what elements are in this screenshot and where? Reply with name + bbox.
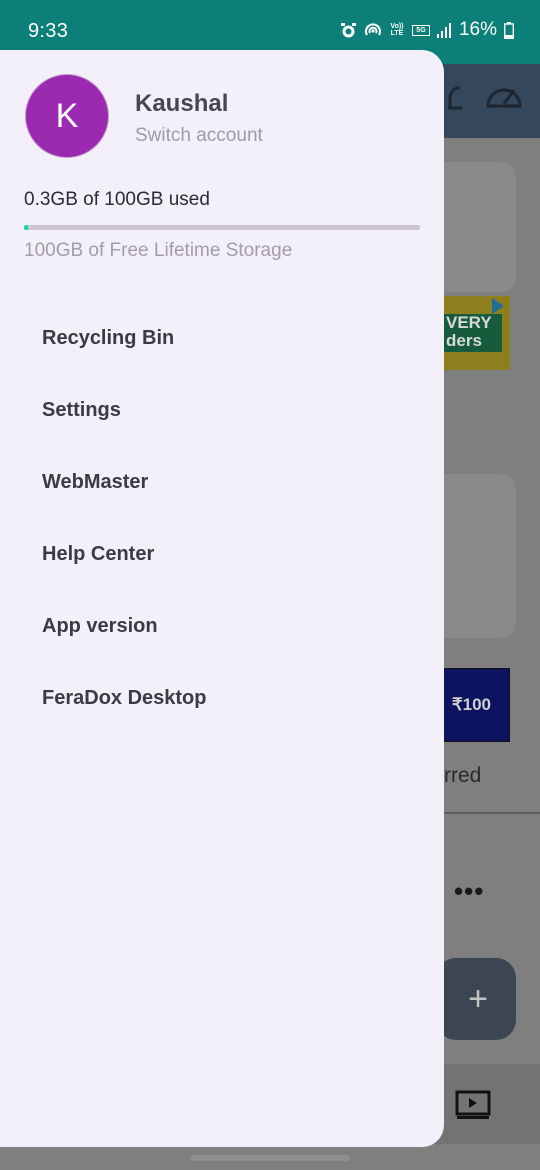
menu-item-feradox-desktop[interactable]: FeraDox Desktop (0, 662, 444, 734)
battery-percent: 16% (458, 19, 497, 40)
status-time: 9:33 (28, 20, 69, 42)
background-ad-text: VERY ders (442, 314, 502, 352)
switch-account-link[interactable]: Switch account (135, 125, 263, 147)
menu-item-settings[interactable]: Settings (0, 374, 444, 446)
background-section-label: rred (444, 764, 482, 787)
menu-item-recycling-bin[interactable]: Recycling Bin (0, 302, 444, 374)
more-options-icon: ••• (454, 876, 485, 906)
hotspot-icon (364, 22, 382, 39)
storage-progress-fill (24, 225, 28, 230)
menu-item-app-version[interactable]: App version (0, 590, 444, 662)
storage-usage-label: 0.3GB of 100GB used (24, 189, 210, 210)
background-ad-banner: ₹100 (442, 668, 510, 742)
menu-item-help-center[interactable]: Help Center (0, 518, 444, 590)
home-indicator[interactable] (190, 1155, 350, 1161)
battery-icon (504, 21, 514, 39)
signal-icon (436, 22, 452, 38)
video-icon (455, 1090, 491, 1125)
account-name: Kaushal (135, 90, 229, 117)
5g-icon: 5G (411, 24, 430, 36)
menu-item-webmaster[interactable]: WebMaster (0, 446, 444, 518)
drawer-menu: Recycling Bin Settings WebMaster Help Ce… (0, 302, 444, 734)
ad-play-icon (492, 298, 504, 314)
speedometer-icon (484, 82, 524, 115)
status-icons: Vo)) LTE 5G 16% (340, 19, 514, 41)
background-divider (440, 812, 540, 814)
add-fab: + (436, 958, 516, 1040)
volte-icon: Vo)) LTE (390, 23, 404, 37)
alarm-icon (340, 22, 357, 39)
storage-progress-bar (24, 225, 420, 230)
avatar[interactable]: K (25, 74, 109, 158)
background-ad-banner: VERY ders (442, 296, 510, 370)
navigation-drawer: K Kaushal Switch account 0.3GB of 100GB … (0, 50, 444, 1147)
bell-icon (446, 78, 468, 123)
storage-note: 100GB of Free Lifetime Storage (24, 240, 293, 261)
